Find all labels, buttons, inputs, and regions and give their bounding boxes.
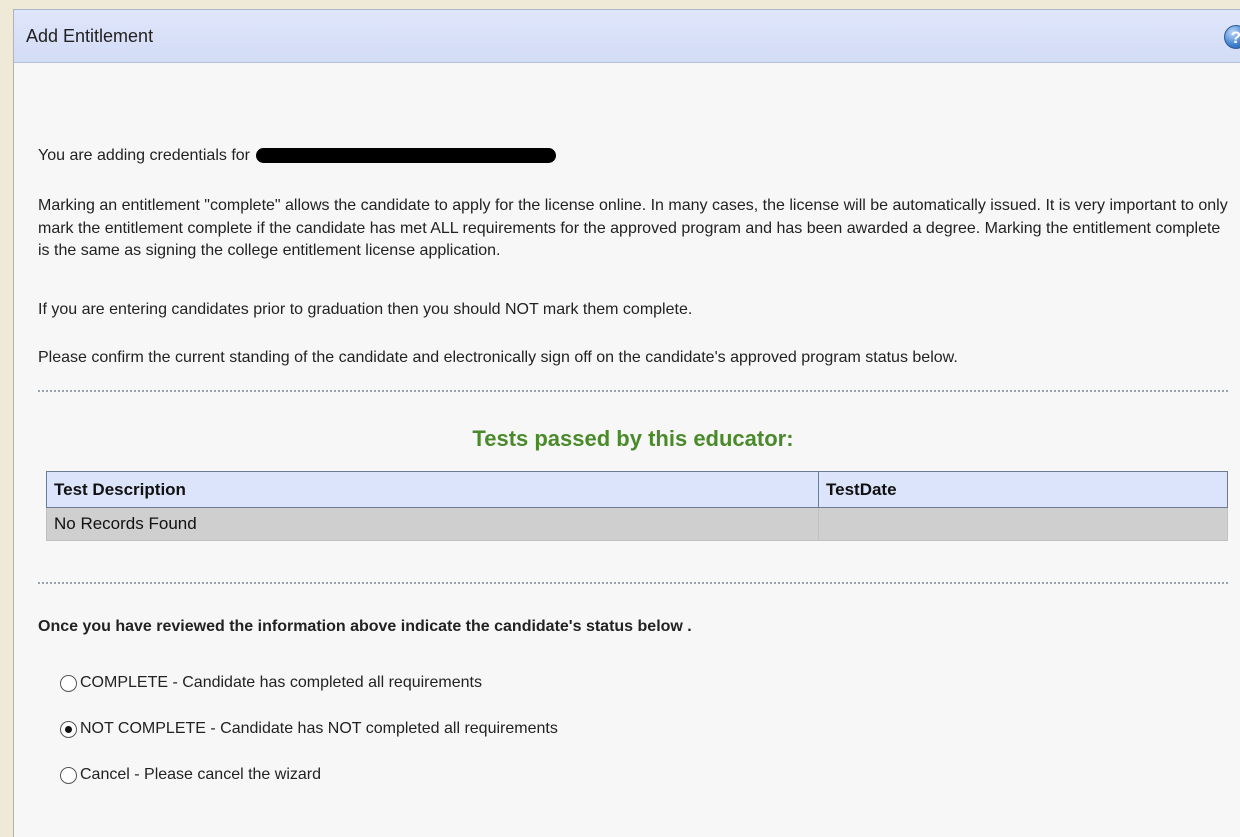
- tests-table: Test Description TestDate No Records Fou…: [46, 471, 1228, 541]
- radio-not-complete[interactable]: [60, 720, 77, 738]
- redacted-name: [256, 148, 556, 163]
- add-entitlement-panel: Add Entitlement ? You are adding credent…: [13, 9, 1240, 837]
- divider: [38, 390, 1228, 392]
- status-option-label: Cancel - Please cancel the wizard: [80, 766, 322, 783]
- table-header-row: Test Description TestDate: [46, 471, 1228, 508]
- panel-title: Add Entitlement: [26, 26, 154, 46]
- entitlement-info-paragraph: Marking an entitlement "complete" allows…: [38, 197, 1228, 259]
- adding-for-line: You are adding credentials for: [38, 147, 556, 165]
- column-header-test-description: Test Description: [46, 471, 819, 508]
- radio-complete[interactable]: [60, 674, 77, 692]
- tests-section-title: Tests passed by this educator:: [472, 426, 794, 451]
- help-icon[interactable]: ?: [1224, 25, 1240, 49]
- status-prompt: Once you have reviewed the information a…: [38, 618, 692, 635]
- status-option-cancel[interactable]: Cancel - Please cancel the wizard: [60, 766, 321, 784]
- graduation-note: If you are entering candidates prior to …: [38, 301, 693, 318]
- status-option-label: NOT COMPLETE - Candidate has NOT complet…: [80, 720, 558, 737]
- status-option-complete[interactable]: COMPLETE - Candidate has completed all r…: [60, 674, 482, 692]
- radio-cancel[interactable]: [60, 766, 77, 784]
- confirm-note: Please confirm the current standing of t…: [38, 349, 958, 366]
- table-row: No Records Found: [46, 507, 1228, 541]
- status-option-not-complete[interactable]: NOT COMPLETE - Candidate has NOT complet…: [60, 720, 558, 738]
- column-header-test-date: TestDate: [818, 471, 1228, 508]
- adding-for-text: You are adding credentials for: [38, 147, 250, 164]
- table-cell-description: No Records Found: [46, 507, 819, 541]
- status-option-label: COMPLETE - Candidate has completed all r…: [80, 674, 482, 691]
- divider: [38, 582, 1228, 584]
- table-cell-date: [818, 507, 1228, 541]
- panel-header: Add Entitlement ?: [14, 10, 1240, 63]
